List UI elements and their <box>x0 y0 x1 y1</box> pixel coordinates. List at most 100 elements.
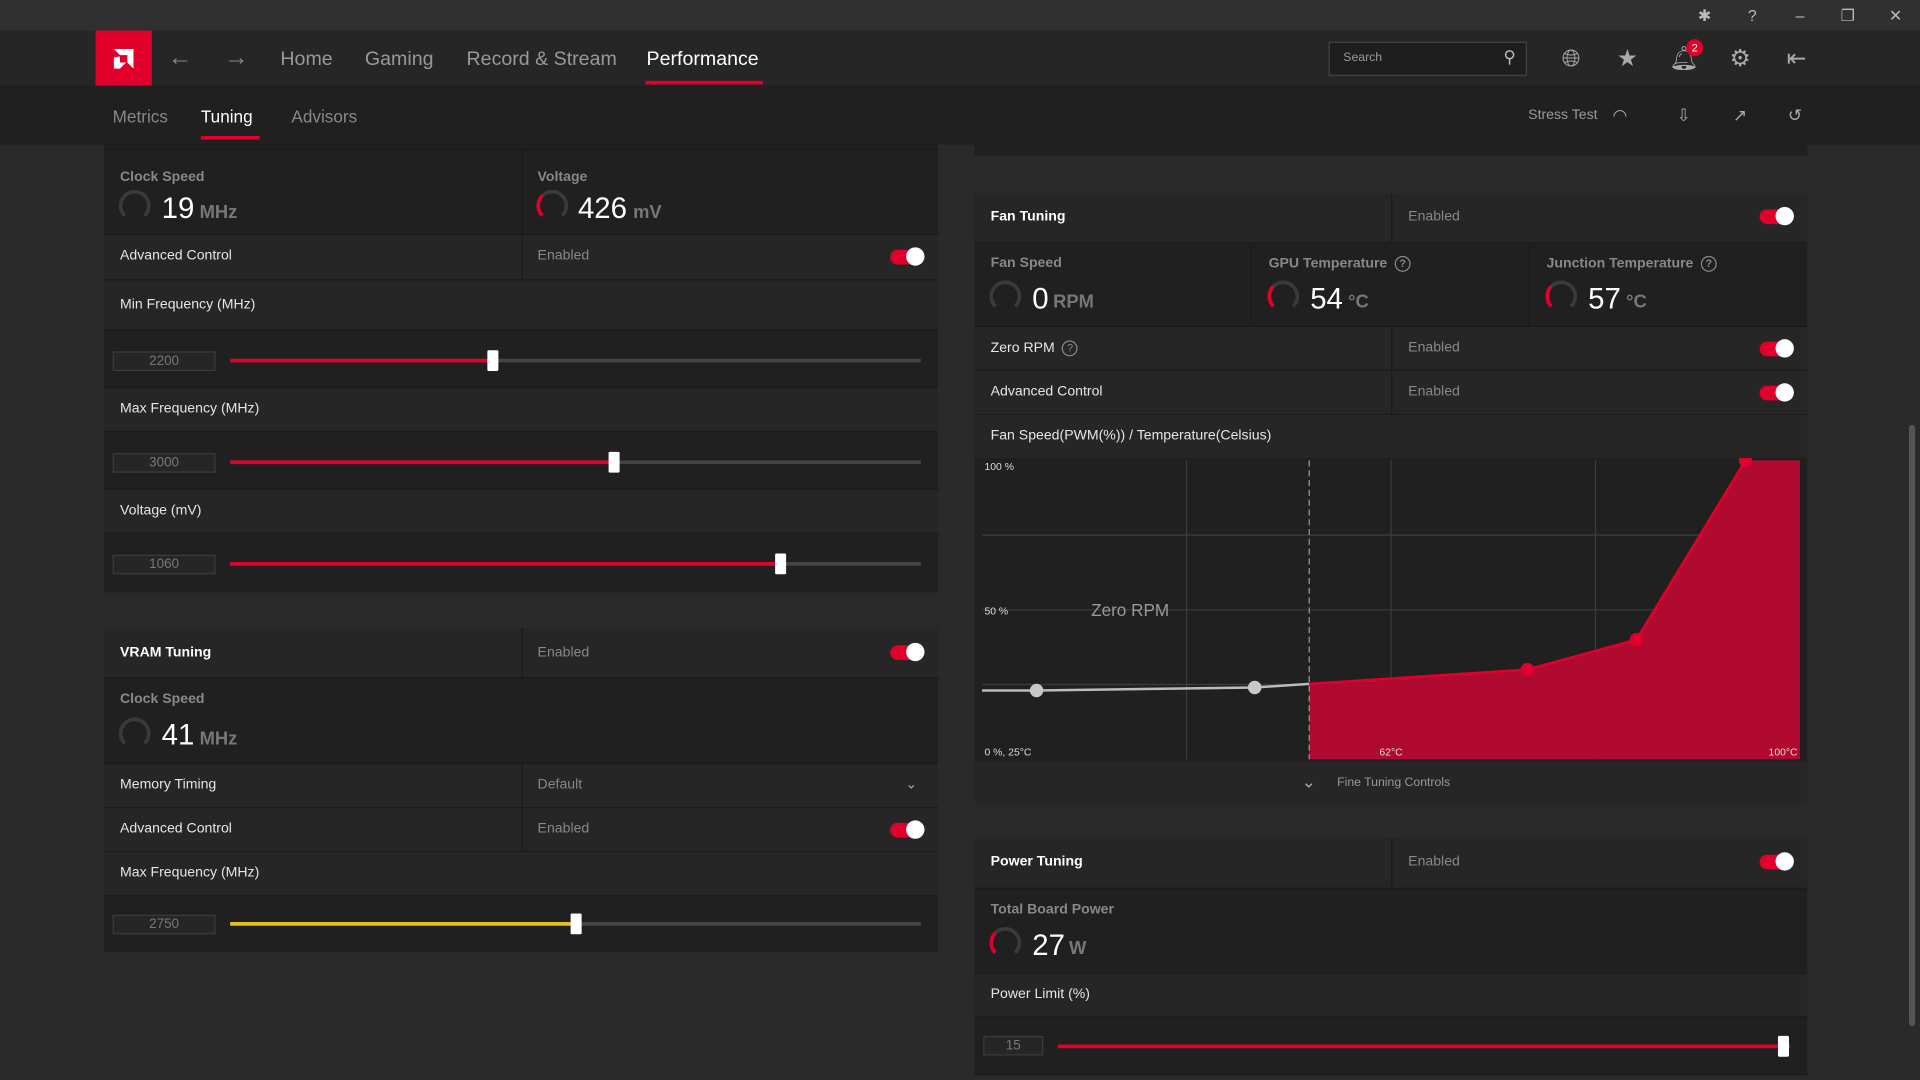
voltage-unit: mV <box>633 202 662 223</box>
tbp-label: Total Board Power <box>990 902 1114 918</box>
slider-row: 3000 <box>104 432 938 490</box>
fan-title: Fan Tuning <box>990 209 1066 225</box>
import-profile-icon[interactable]: ⇩ <box>1673 104 1695 126</box>
slider-label-row: Max Frequency (MHz) <box>104 388 938 433</box>
advanced-control-toggle[interactable] <box>890 247 925 266</box>
help-icon[interactable]: ? <box>1062 340 1079 357</box>
tbp-gauge <box>989 926 1022 959</box>
fan-advanced-label: Advanced Control <box>990 384 1103 400</box>
slider-value-input[interactable]: 2200 <box>112 351 216 372</box>
nav-performance[interactable]: Performance <box>647 49 759 71</box>
fan-state: Enabled <box>1408 209 1460 225</box>
sidebar-toggle-icon[interactable]: ⇤ <box>1782 45 1811 74</box>
vram-clock-label: Clock Speed <box>120 691 205 707</box>
search-placeholder: Search <box>1343 51 1383 65</box>
gpu-temp-label: GPU Temperature <box>1268 256 1388 272</box>
gpu-slider[interactable] <box>230 350 921 372</box>
vram-max-freq-input[interactable]: 2750 <box>112 914 216 935</box>
vram-advanced-toggle[interactable] <box>890 820 925 839</box>
nav-home[interactable]: Home <box>280 49 332 71</box>
tab-tuning[interactable]: Tuning <box>201 107 253 127</box>
slider-thumb[interactable] <box>570 913 582 935</box>
vram-max-freq-label: Max Frequency (MHz) <box>120 865 260 881</box>
slider-fill <box>230 562 780 566</box>
vram-clock-value: 41 <box>161 718 195 752</box>
chevron-down-icon[interactable]: ⌄ <box>1302 771 1316 792</box>
slider-value-input[interactable]: 1060 <box>112 554 216 575</box>
power-toggle[interactable] <box>1759 852 1794 871</box>
slider-label-row: Min Frequency (MHz) <box>104 280 938 331</box>
gauge-icon[interactable]: ◠ <box>1609 104 1631 126</box>
power-limit-slider[interactable] <box>1057 1035 1791 1057</box>
back-arrow-icon[interactable]: ← <box>168 44 192 72</box>
vram-max-freq-slider[interactable] <box>230 913 921 935</box>
memory-timing-value: Default <box>537 777 583 793</box>
app-window: ✱ ? – ❐ ✕ ← → Home Gaming Record & Strea… <box>0 0 1920 1080</box>
tab-metrics[interactable]: Metrics <box>113 107 168 127</box>
slider-thumb[interactable] <box>487 350 499 372</box>
junction-temp-label: Junction Temperature <box>1546 256 1694 272</box>
search-input[interactable]: Search ⚲ <box>1328 41 1527 76</box>
help-icon[interactable]: ? <box>1740 4 1764 28</box>
stress-test-label[interactable]: Stress Test <box>1528 108 1597 123</box>
slider-label-row: Voltage (mV) <box>104 489 938 534</box>
memory-timing-dropdown[interactable]: Default ⌄ <box>538 778 918 798</box>
notification-badge: 2 <box>1686 39 1704 57</box>
active-tab-indicator <box>200 135 260 140</box>
slider-thumb[interactable] <box>608 451 620 473</box>
slider-value-input[interactable]: 3000 <box>112 453 216 473</box>
help-icon[interactable]: ? <box>1394 255 1411 272</box>
gpu-tuning-card: Clock Speed 19 MHz Voltage 426 mV Advanc… <box>104 144 938 593</box>
scrollbar[interactable] <box>1908 424 1916 1027</box>
gpu-slider[interactable] <box>230 553 921 575</box>
y-tick-label: 100 % <box>984 462 1013 473</box>
fan-advanced-toggle[interactable] <box>1759 383 1794 402</box>
close-icon[interactable]: ✕ <box>1883 4 1907 28</box>
reset-icon[interactable]: ↺ <box>1784 104 1806 126</box>
slider-fill <box>230 460 614 465</box>
curve-point[interactable] <box>1029 683 1044 698</box>
slider-thumb[interactable] <box>775 553 787 575</box>
fine-tuning-row[interactable]: ⌄ Fine Tuning Controls <box>974 761 1808 805</box>
clock-speed-value: 19 <box>161 192 195 226</box>
star-icon[interactable]: ★ <box>1613 45 1642 74</box>
vram-max-freq-slider-row: 2750 <box>104 896 938 952</box>
fan-advanced-state: Enabled <box>1408 384 1460 400</box>
globe-icon[interactable]: 🌐︎ <box>1556 45 1585 74</box>
forward-arrow-icon[interactable]: → <box>224 44 248 72</box>
slider-thumb[interactable] <box>1777 1035 1790 1057</box>
slider-row: 1060 <box>104 533 938 592</box>
memory-timing-label: Memory Timing <box>120 777 217 793</box>
fan-curve-chart[interactable]: 100 % 50 % 0 %, 25°C 62°C 100°C Zero RPM <box>975 457 1808 762</box>
x-tick-label: 62°C <box>1379 748 1403 759</box>
fan-speed-label: Fan Speed <box>990 255 1062 271</box>
curve-point[interactable] <box>1520 662 1535 677</box>
power-limit-input[interactable]: 15 <box>983 1035 1044 1056</box>
nav-gaming[interactable]: Gaming <box>365 49 434 71</box>
minimize-icon[interactable]: – <box>1788 4 1812 28</box>
gpu-metrics-row: Clock Speed 19 MHz Voltage 426 mV <box>104 150 938 236</box>
gpu-slider[interactable] <box>230 451 921 473</box>
fan-metrics-row: Fan Speed 0 RPM GPU Temperature? 54 °C J… <box>974 243 1808 327</box>
fan-toggle[interactable] <box>1759 206 1794 226</box>
vram-clock-unit: MHz <box>199 728 238 750</box>
gear-icon[interactable]: ⚙ <box>1725 45 1754 74</box>
help-icon[interactable]: ? <box>1700 255 1717 272</box>
bug-icon[interactable]: ✱ <box>1692 4 1716 28</box>
vram-toggle[interactable] <box>890 642 925 662</box>
voltage-label: Voltage <box>537 170 588 185</box>
restore-icon[interactable]: ❐ <box>1836 4 1860 28</box>
zero-rpm-state: Enabled <box>1408 340 1460 356</box>
zero-rpm-row: Zero RPM? Enabled <box>974 326 1808 372</box>
amd-logo[interactable] <box>95 30 152 86</box>
fine-tuning-label[interactable]: Fine Tuning Controls <box>1337 776 1450 789</box>
search-icon[interactable]: ⚲ <box>1503 47 1516 68</box>
nav-record-stream[interactable]: Record & Stream <box>467 49 617 71</box>
curve-point[interactable] <box>1247 680 1262 695</box>
curve-point[interactable] <box>1629 632 1644 647</box>
zero-rpm-label: Zero RPM <box>990 341 1055 356</box>
zero-rpm-toggle[interactable] <box>1759 339 1794 358</box>
tab-advisors[interactable]: Advisors <box>291 107 357 127</box>
export-profile-icon[interactable]: ↗ <box>1729 104 1751 126</box>
tbp-unit: W <box>1068 937 1087 959</box>
